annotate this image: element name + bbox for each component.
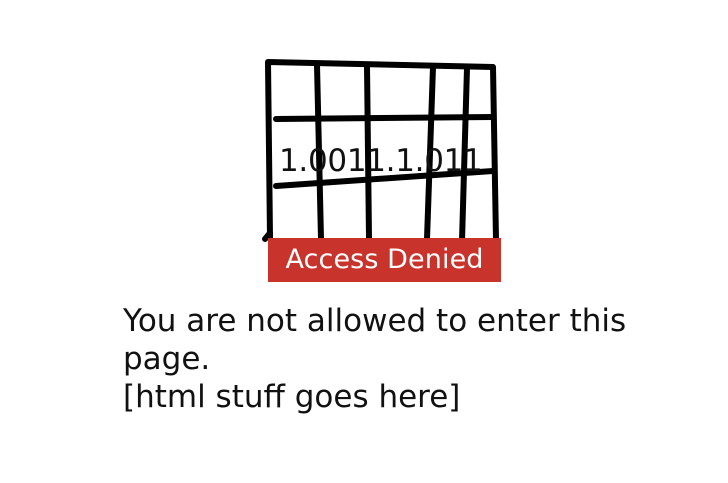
id-number-text: 1.0011.1.011 (279, 143, 483, 179)
message-line-1: You are not allowed to enter this (123, 303, 627, 339)
message-line-3: [html stuff goes here] (123, 379, 461, 415)
access-denied-banner: Access Denied (268, 238, 501, 282)
message-line-2: page. (123, 341, 211, 377)
access-denied-illustration: 1.0011.1.011 Access Denied (262, 58, 504, 286)
access-message: You are not allowed to enter this page. … (123, 302, 683, 416)
